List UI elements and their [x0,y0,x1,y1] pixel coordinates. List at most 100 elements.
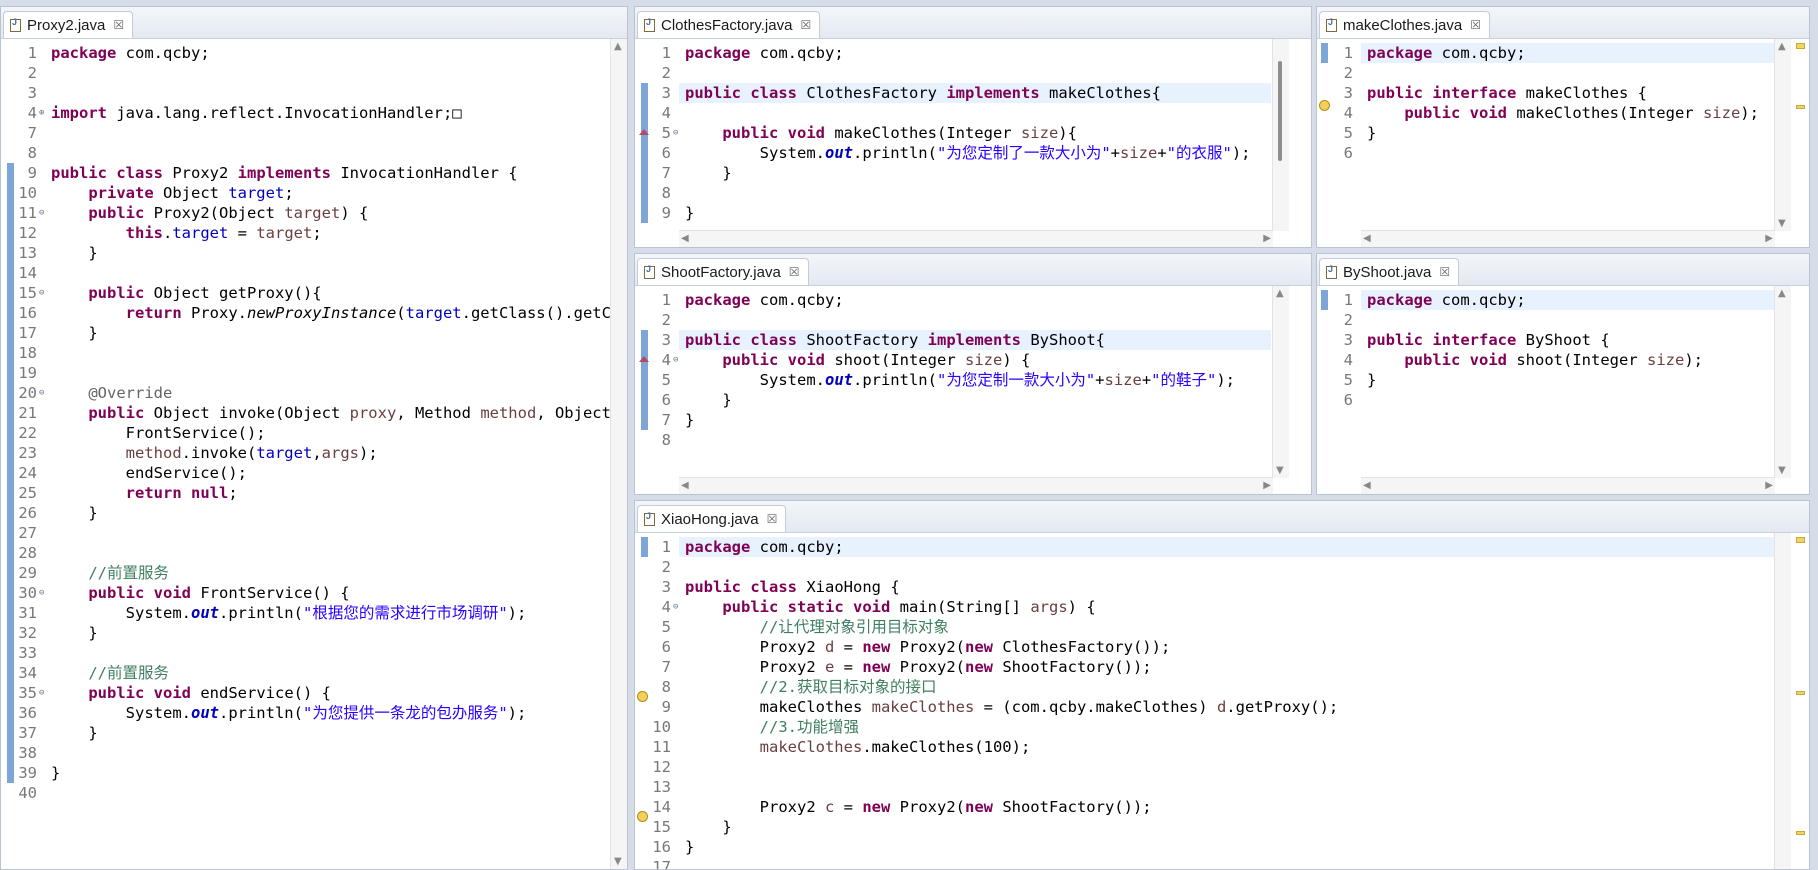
code-line[interactable]: 21 public Object invoke(Object proxy, Me… [1,403,620,423]
code-line[interactable]: 3 public interface ByShoot { [1317,330,1775,350]
code-line[interactable]: 6 Proxy2 d = new Proxy2(new ClothesFacto… [635,637,1775,657]
vertical-scrollbar[interactable]: ▲ ▼ [610,39,627,869]
code-line[interactable]: 6 [1317,390,1775,410]
code-line[interactable]: 11 makeClothes.makeClothes(100); [635,737,1775,757]
code-line[interactable]: 30 ⊖ public void FrontService() { [1,583,609,603]
vertical-scrollbar[interactable] [1272,39,1289,231]
tab-make-clothes[interactable]: makeClothes.java ☒ [1319,11,1490,38]
code-line[interactable]: 14 Proxy2 c = new Proxy2(new ShootFactor… [635,797,1775,817]
vertical-scrollbar[interactable]: ▲ ▼ [1774,39,1791,231]
close-icon[interactable]: ☒ [113,18,124,32]
code-line[interactable]: 5} [1317,370,1775,390]
vertical-scrollbar[interactable]: ▲ ▼ [1774,286,1791,478]
code-line[interactable]: 36 System.out.println("为您提供一条龙的包办服务"); [1,703,609,723]
code-line[interactable]: 7 Proxy2 e = new Proxy2(new ShootFactory… [635,657,1775,677]
code-line[interactable]: 24 endService(); [1,463,609,483]
scroll-right-icon[interactable]: ▶ [1765,480,1773,491]
overview-warning-mark[interactable] [1796,831,1805,835]
code-line[interactable]: 15 } [635,817,1775,837]
horizontal-scrollbar[interactable]: ◀ ▶ [679,230,1273,247]
code-line[interactable]: 4 ⊕ import java.lang.reflect.InvocationHan… [1,103,609,123]
code-line[interactable]: 17 } [1,323,609,343]
code-line[interactable]: 5} [1317,123,1775,143]
code-line[interactable]: 15 ⊖ public Object getProxy(){ [1,283,609,303]
collapse-icon[interactable]: ⊖ [39,383,44,403]
code-line[interactable]: 2 [1317,63,1775,83]
code-editor[interactable]: 1 package com.qcby; 2 3 public interface mak… [1317,39,1809,247]
close-icon[interactable]: ☒ [1470,18,1481,32]
horizontal-scrollbar[interactable]: ◀ ▶ [1361,477,1775,494]
scroll-up-icon[interactable]: ▲ [1276,288,1284,299]
code-line[interactable]: 40 [1,783,609,803]
code-line[interactable]: 5 //让代理对象引用目标对象 [635,617,1775,637]
code-editor[interactable]: 1 package com.qcby; 2 3 public class ShootFa… [635,286,1311,494]
code-line[interactable]: 11 ⊖ public Proxy2(Object target) { [1,203,609,223]
code-line[interactable]: 12 this.target = target; [1,223,609,243]
code-line[interactable]: 35 ⊖ public void endService() { [1,683,609,703]
code-line[interactable]: 4 [635,103,1271,123]
close-icon[interactable]: ☒ [1439,265,1450,279]
overview-warning-mark[interactable] [1796,691,1805,695]
code-line[interactable]: 37 } [1,723,609,743]
overview-warning-mark[interactable] [1796,43,1805,49]
code-line[interactable]: 3 public class ShootFactory implements By… [635,330,1271,350]
scroll-left-icon[interactable]: ◀ [681,480,689,491]
code-line[interactable]: 1 package com.qcby; [1317,43,1775,63]
collapse-icon[interactable]: ⊖ [39,283,44,303]
code-line[interactable]: 31 System.out.println("根据您的需求进行市场调研"); [1,603,609,623]
collapse-icon[interactable]: ⊖ [39,583,44,603]
code-line[interactable]: 9} [635,203,1271,223]
code-line[interactable]: 22 FrontService(); [1,423,609,443]
code-line[interactable]: 1 package com.qcby; [635,537,1775,557]
code-line[interactable]: 6 } [635,390,1271,410]
horizontal-scrollbar[interactable]: ◀ ▶ [1361,230,1775,247]
code-line[interactable]: 14 [1,263,609,283]
collapse-icon[interactable]: ⊖ [673,123,678,143]
tab-clothes-factory[interactable]: ClothesFactory.java ☒ [637,11,821,38]
scroll-up-icon[interactable]: ▲ [1778,41,1786,52]
code-line[interactable]: 2 [635,310,1271,330]
code-line[interactable]: 1 package com.qcby; [1317,290,1775,310]
code-line[interactable]: 3 public class ClothesFactory implements … [635,83,1271,103]
code-line[interactable]: 6 System.out.println("为您定制了一款大小为"+size+"… [635,143,1271,163]
code-line[interactable]: 13 } [1,243,609,263]
horizontal-scrollbar[interactable]: ◀ ▶ [679,477,1273,494]
scroll-down-icon[interactable]: ▼ [1276,465,1284,476]
code-line[interactable]: 8 [1,143,609,163]
code-line[interactable]: 4 public void shoot(Integer size); [1317,350,1775,370]
scroll-up-icon[interactable]: ▲ [614,41,622,52]
overview-warning-mark[interactable] [1796,537,1805,543]
code-line[interactable]: 2 [635,557,1775,577]
scroll-down-icon[interactable]: ▼ [1778,465,1786,476]
code-line[interactable]: 1 package com.qcby; [635,290,1271,310]
scroll-down-icon[interactable]: ▼ [614,856,622,867]
scroll-up-icon[interactable]: ▲ [1778,288,1786,299]
code-line[interactable]: 2 [1317,310,1775,330]
collapse-icon[interactable]: ⊖ [673,350,678,370]
tab-by-shoot[interactable]: ByShoot.java ☒ [1319,258,1460,285]
code-line[interactable]: 7 [1,123,609,143]
code-line[interactable]: 27 [1,523,609,543]
vertical-scrollbar[interactable] [1774,533,1791,869]
code-line[interactable]: 8 [635,183,1271,203]
code-line[interactable]: 9 makeClothes makeClothes = (com.qcby.ma… [635,697,1775,717]
code-line[interactable]: 1 package com.qcby; [1,43,609,63]
scroll-left-icon[interactable]: ◀ [681,233,689,244]
tab-proxy2[interactable]: Proxy2.java ☒ [3,11,134,38]
code-line[interactable]: 4 ⊖ public void shoot(Integer size) { [635,350,1271,370]
code-line[interactable]: 20 ⊖ @Override [1,383,609,403]
code-line[interactable]: 3 public class XiaoHong { [635,577,1775,597]
code-line[interactable]: 4 public void makeClothes(Integer size); [1317,103,1775,123]
scroll-left-icon[interactable]: ◀ [1363,480,1371,491]
scroll-right-icon[interactable]: ▶ [1263,480,1271,491]
code-line[interactable]: 10 //3.功能增强 [635,717,1775,737]
code-editor[interactable]: 1 package com.qcby; 2 3 public class XiaoHon… [635,533,1809,869]
code-line[interactable]: 34 //前置服务 [1,663,609,683]
code-line[interactable]: 13 [635,777,1775,797]
collapse-icon[interactable]: ⊖ [673,597,678,617]
code-line[interactable]: 3 public interface makeClothes { [1317,83,1775,103]
code-line[interactable]: 5 System.out.println("为您定制一款大小为"+size+"的… [635,370,1271,390]
scroll-right-icon[interactable]: ▶ [1765,233,1773,244]
code-line[interactable]: 10 private Object target; [1,183,609,203]
close-icon[interactable]: ☒ [800,18,811,32]
